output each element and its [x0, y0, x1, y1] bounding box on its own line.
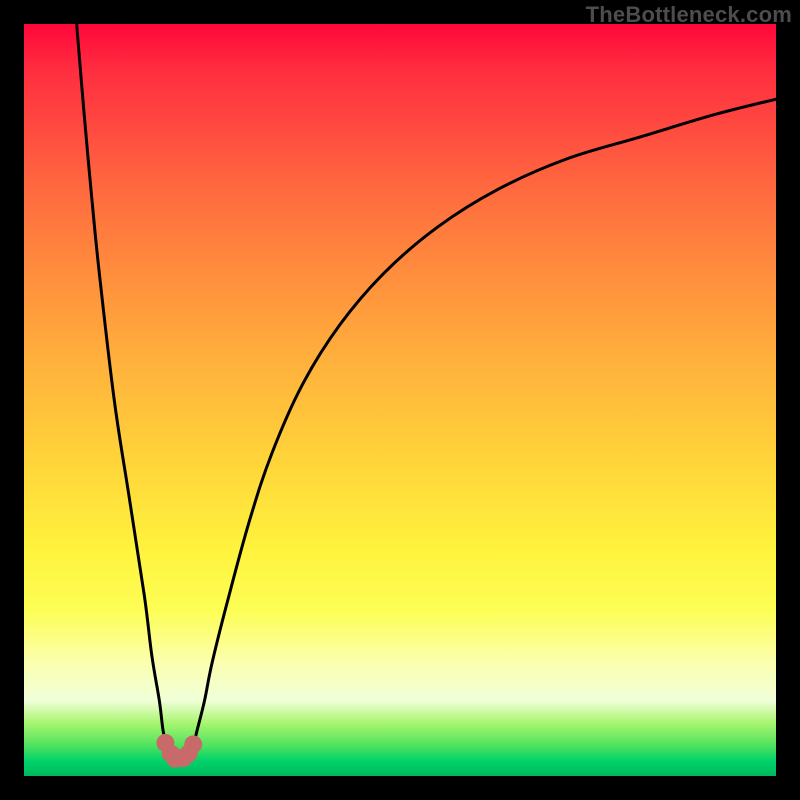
curve-right-branch [189, 99, 776, 753]
dip-marker [184, 735, 202, 753]
dip-markers-group [156, 734, 202, 768]
outer-frame: TheBottleneck.com [0, 0, 800, 800]
chart-area [24, 24, 776, 776]
chart-svg [24, 24, 776, 776]
curve-left-branch [77, 24, 171, 753]
